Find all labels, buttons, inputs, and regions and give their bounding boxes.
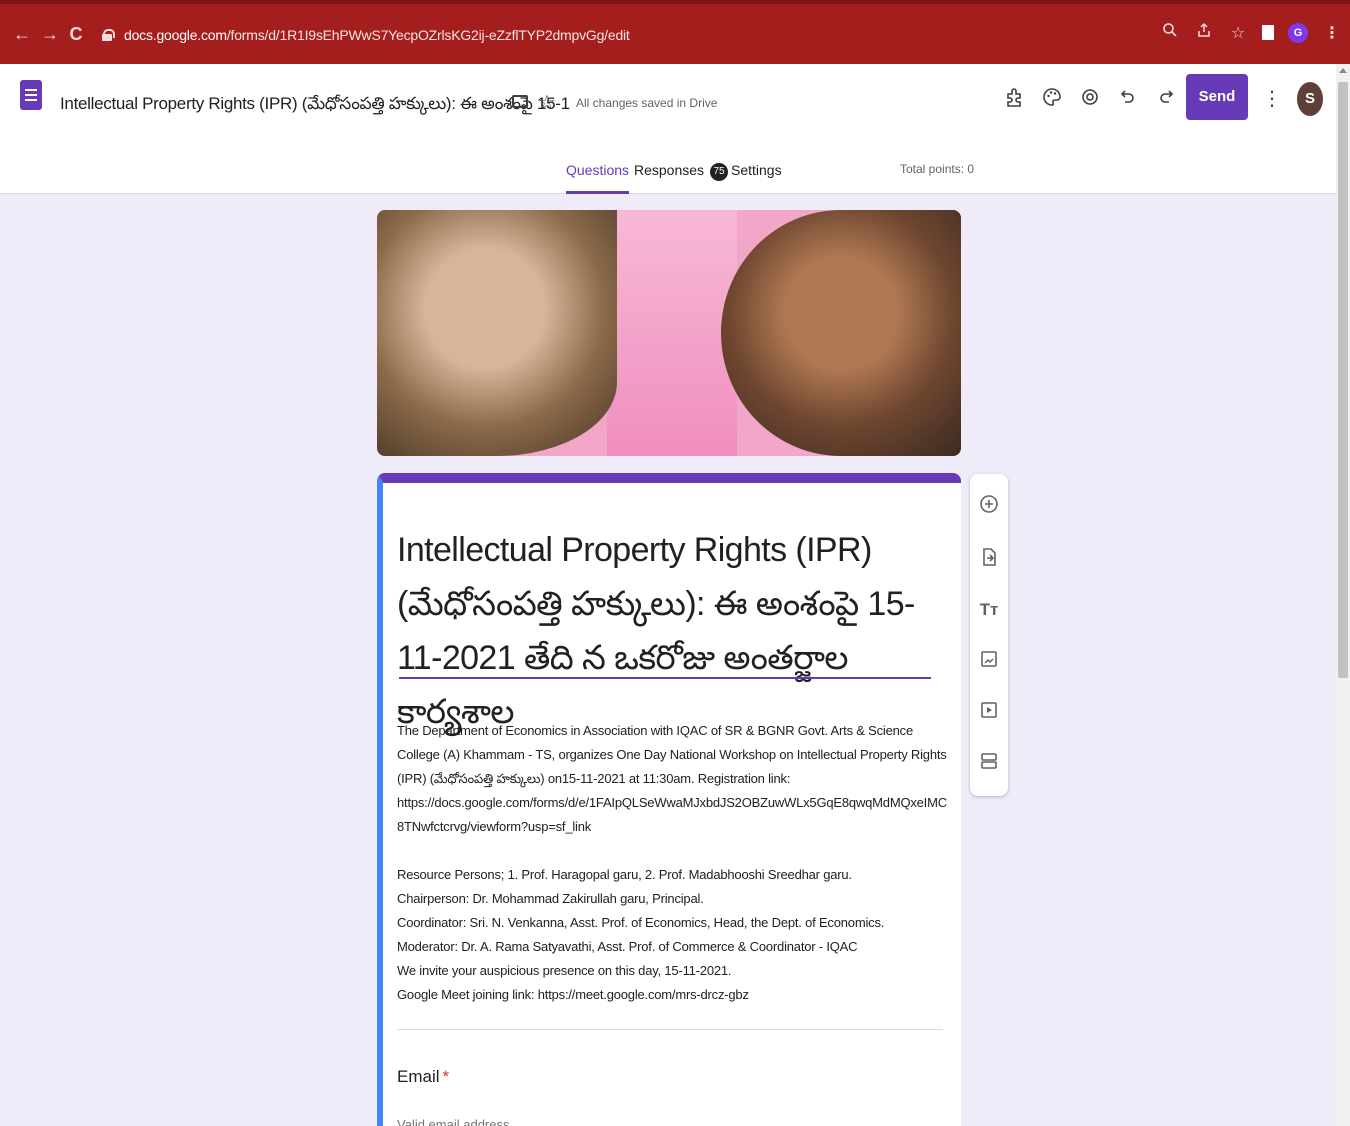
page-scrollbar[interactable] xyxy=(1336,64,1350,1126)
tab-settings[interactable]: Settings xyxy=(731,160,782,194)
form-tabs: Questions Responses 75 Settings Total poi… xyxy=(0,160,1336,194)
form-description[interactable]: The Department of Economics in Associati… xyxy=(397,719,947,1007)
title-focus-underline xyxy=(399,677,931,679)
google-forms-logo-icon[interactable] xyxy=(20,80,42,110)
lock-icon xyxy=(102,29,115,41)
more-options-icon[interactable]: ⋮ xyxy=(1262,86,1282,111)
tab-questions[interactable]: Questions xyxy=(566,160,630,194)
address-bar[interactable]: docs.google.com/forms/d/1R1I9sEhPWwS7Yec… xyxy=(96,19,1156,51)
undo-icon[interactable] xyxy=(1116,86,1140,110)
save-status: All changes saved in Drive xyxy=(576,96,718,110)
add-section-icon[interactable] xyxy=(977,751,1001,775)
form-header-image[interactable] xyxy=(377,210,961,456)
banner-background xyxy=(607,210,737,456)
add-title-icon[interactable]: Tт xyxy=(977,598,1001,622)
banner-photo-right xyxy=(721,210,961,456)
url-domain: docs.google.com xyxy=(124,27,227,43)
form-title-input[interactable]: Intellectual Property Rights (IPR) (మేధో… xyxy=(397,523,937,739)
add-video-icon[interactable] xyxy=(977,700,1001,724)
required-asterisk: * xyxy=(442,1067,450,1086)
email-label-text: Email xyxy=(397,1067,440,1086)
star-icon[interactable]: ☆ xyxy=(538,90,556,115)
side-toolbar: Tт xyxy=(970,474,1008,796)
browser-profile-avatar[interactable]: G xyxy=(1288,22,1308,43)
bookmark-star-icon[interactable]: ☆ xyxy=(1228,23,1248,43)
forward-arrow-icon[interactable]: → xyxy=(38,22,62,46)
scroll-up-arrow-icon[interactable] xyxy=(1339,68,1347,73)
back-arrow-icon[interactable]: ← xyxy=(10,22,34,46)
tab-responses-label: Responses xyxy=(634,162,705,178)
browser-actions: ☆ G ⋮ xyxy=(1160,22,1342,43)
folder-icon[interactable] xyxy=(512,95,528,108)
document-title[interactable]: Intellectual Property Rights (IPR) (మేధో… xyxy=(60,94,570,118)
form-title-card[interactable]: Intellectual Property Rights (IPR) (మేధో… xyxy=(377,473,961,1126)
url-text: docs.google.com/forms/d/1R1I9sEhPWwS7Yec… xyxy=(124,27,630,43)
palette-icon[interactable] xyxy=(1040,86,1064,110)
scrollbar-thumb[interactable] xyxy=(1338,82,1348,678)
zoom-icon[interactable] xyxy=(1160,22,1180,43)
divider xyxy=(397,1029,943,1030)
account-avatar[interactable]: S xyxy=(1297,82,1323,116)
import-questions-icon[interactable] xyxy=(977,547,1001,571)
tab-responses[interactable]: Responses 75 xyxy=(634,160,729,194)
send-button[interactable]: Send xyxy=(1186,74,1248,120)
browser-toolbar: ← → C docs.google.com/forms/d/1R1I9sEhPW… xyxy=(0,0,1350,64)
addon-icon[interactable] xyxy=(1002,86,1026,110)
url-path: /forms/d/1R1I9sEhPWwS7YecpOZrlsKG2ij-eZz… xyxy=(226,27,630,43)
responses-count-badge: 75 xyxy=(710,163,729,181)
redo-icon[interactable] xyxy=(1154,86,1178,110)
preview-icon[interactable] xyxy=(1078,86,1102,110)
add-image-icon[interactable] xyxy=(977,649,1001,673)
forms-header: Intellectual Property Rights (IPR) (మేధో… xyxy=(0,64,1336,194)
share-icon[interactable] xyxy=(1194,22,1214,43)
add-question-icon[interactable] xyxy=(977,494,1001,518)
extension-icon[interactable] xyxy=(1262,25,1274,40)
banner-photo-left xyxy=(377,210,617,456)
total-points: Total points: 0 xyxy=(900,162,975,176)
header-actions xyxy=(1002,86,1178,110)
browser-menu-icon[interactable]: ⋮ xyxy=(1322,23,1342,43)
email-placeholder: Valid email address xyxy=(397,1117,510,1126)
email-question-label: Email * xyxy=(397,1067,449,1087)
reload-icon[interactable]: C xyxy=(64,22,88,46)
